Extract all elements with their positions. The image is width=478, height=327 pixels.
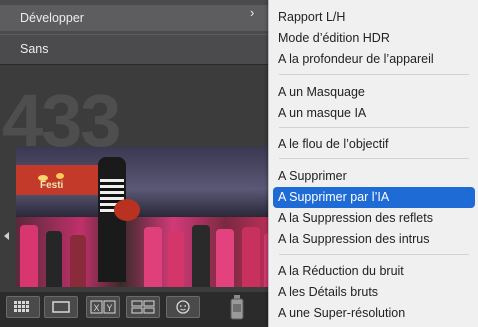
menu-separator — [279, 127, 469, 128]
submenu-item-distraction-removal[interactable]: A la Suppression des intrus — [273, 229, 475, 250]
loupe-view-icon[interactable] — [44, 296, 78, 318]
submenu-item-masking[interactable]: A un Masquage — [273, 82, 475, 103]
people-view-icon[interactable] — [166, 296, 200, 318]
svg-text:X: X — [94, 303, 100, 313]
survey-view-icon[interactable] — [126, 296, 160, 318]
menu-separator — [279, 74, 469, 75]
submenu-item-ai-mask[interactable]: A un masque IA — [273, 103, 475, 124]
chevron-right-icon: › — [250, 5, 255, 20]
submenu-item-reflection-removal[interactable]: A la Suppression des reflets — [273, 208, 475, 229]
develop-submenu: Rapport L/H Mode d’édition HDR A la prof… — [268, 0, 478, 327]
submenu-item-ai-remove[interactable]: A Supprimer par l’IA — [273, 187, 475, 208]
submenu-item-denoise[interactable]: A la Réduction du bruit — [273, 261, 475, 282]
photo-thumbnail[interactable]: Festi — [16, 147, 278, 287]
submenu-item-raw-details[interactable]: A les Détails bruts — [273, 282, 475, 303]
panel-collapse-handle[interactable] — [4, 232, 9, 240]
submenu-item-remove[interactable]: A Supprimer — [273, 166, 475, 187]
parent-menu: Développer › Sans — [0, 0, 268, 65]
compare-view-icon[interactable]: X Y — [86, 296, 120, 318]
submenu-item-rapport-lh[interactable]: Rapport L/H — [273, 7, 475, 28]
menu-separator — [0, 34, 268, 35]
menu-item-developper[interactable]: Développer — [0, 5, 268, 31]
menu-item-sans[interactable]: Sans — [0, 36, 268, 62]
submenu-item-hdr-edit-mode[interactable]: Mode d’édition HDR — [273, 28, 475, 49]
spray-can-icon[interactable] — [228, 294, 246, 320]
submenu-item-super-resolution[interactable]: A une Super-résolution — [273, 303, 475, 324]
festival-banner-text: Festi — [40, 180, 64, 191]
menu-separator — [279, 158, 469, 159]
svg-text:Y: Y — [107, 303, 113, 313]
submenu-item-lens-blur[interactable]: A le flou de l’objectif — [273, 134, 475, 155]
submenu-item-camera-depth[interactable]: A la profondeur de l’appareil — [273, 49, 475, 70]
guitar — [114, 199, 140, 221]
menu-item-label: Développer — [20, 11, 84, 25]
grid-view-icon[interactable] — [6, 296, 40, 318]
menu-separator — [279, 254, 469, 255]
menu-item-label: Sans — [20, 42, 49, 56]
